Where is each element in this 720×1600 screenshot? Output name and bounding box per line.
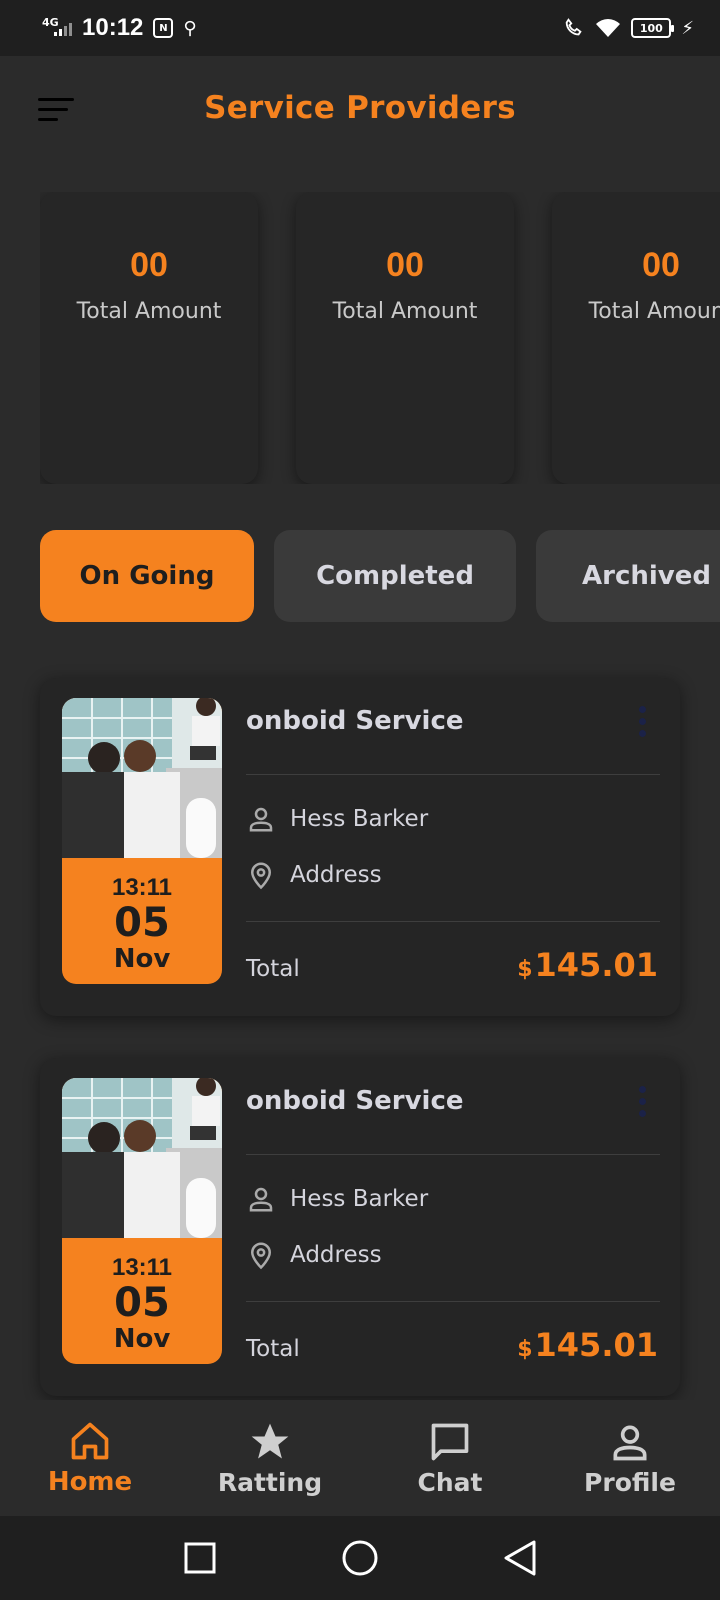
divider bbox=[246, 1301, 660, 1302]
nav-label: Ratting bbox=[217, 1467, 323, 1497]
tab-on-going[interactable]: On Going bbox=[40, 530, 254, 622]
service-photo bbox=[62, 698, 222, 858]
booking-card[interactable]: 13:11 05 Nov onboid Service Hess Barker … bbox=[40, 678, 680, 1016]
star-icon bbox=[251, 1423, 289, 1458]
address-text: Address bbox=[290, 862, 382, 888]
profile-icon bbox=[613, 1425, 647, 1460]
stat-card: 00 Total Amount bbox=[552, 192, 720, 484]
location-pin-icon bbox=[250, 862, 272, 890]
page-title: Service Providers bbox=[204, 90, 516, 126]
total-amount: $145.01 bbox=[517, 946, 658, 984]
cellular-signal-icon: 4G bbox=[40, 16, 72, 40]
wifi-call-icon bbox=[566, 18, 583, 36]
stats-carousel[interactable]: 00 Total Amount 00 Total Amount 00 Total… bbox=[40, 192, 720, 484]
service-thumbnail: 13:11 05 Nov bbox=[62, 1078, 222, 1364]
stat-card: 00 Total Amount bbox=[296, 192, 514, 484]
stat-value: 00 bbox=[130, 246, 168, 284]
divider bbox=[246, 774, 660, 775]
booking-time: 13:11 bbox=[111, 1254, 173, 1281]
total-label: Total bbox=[246, 1336, 300, 1362]
app-header: Service Providers bbox=[0, 56, 720, 172]
charging-icon: ⚡ bbox=[681, 17, 694, 39]
person-icon bbox=[249, 1187, 273, 1212]
nav-label: Chat bbox=[417, 1467, 483, 1497]
address-row: Address bbox=[246, 860, 382, 890]
stat-card: 00 Total Amount bbox=[40, 192, 258, 484]
tab-completed[interactable]: Completed bbox=[274, 530, 516, 622]
service-thumbnail: 13:11 05 Nov bbox=[62, 698, 222, 984]
address-row: Address bbox=[246, 1240, 382, 1270]
date-badge: 13:11 05 Nov bbox=[62, 1238, 222, 1364]
status-tabs: On Going Completed Archived bbox=[40, 530, 720, 622]
total-label: Total bbox=[246, 956, 300, 982]
service-title: onboid Service bbox=[246, 1086, 464, 1116]
clock: 10:12 bbox=[82, 14, 144, 41]
provider-row: Hess Barker bbox=[246, 1184, 428, 1214]
service-photo bbox=[62, 1078, 222, 1238]
amount-value: 145.01 bbox=[534, 1326, 658, 1364]
divider bbox=[246, 1154, 660, 1155]
provider-name: Hess Barker bbox=[290, 806, 429, 832]
nav-label: Home bbox=[47, 1467, 133, 1497]
divider bbox=[246, 921, 660, 922]
wifi-icon bbox=[596, 19, 621, 37]
currency-symbol: $ bbox=[517, 957, 533, 982]
more-options-icon[interactable] bbox=[636, 706, 648, 740]
stat-label: Total Amount bbox=[588, 299, 720, 324]
provider-row: Hess Barker bbox=[246, 804, 428, 834]
booking-month: Nov bbox=[113, 1324, 171, 1354]
nav-label: Profile bbox=[584, 1467, 676, 1497]
service-title: onboid Service bbox=[246, 706, 464, 736]
stat-value: 00 bbox=[642, 246, 680, 284]
battery-icon: 100 bbox=[631, 18, 675, 38]
recents-button[interactable] bbox=[178, 1536, 222, 1580]
location-pin-icon bbox=[250, 1242, 272, 1270]
battery-level: 100 bbox=[639, 21, 663, 35]
person-icon bbox=[249, 807, 273, 832]
back-triangle-icon bbox=[504, 1540, 536, 1576]
nav-chat[interactable]: Chat bbox=[360, 1400, 540, 1516]
chat-icon bbox=[431, 1423, 469, 1460]
address-text: Address bbox=[290, 1242, 382, 1268]
more-options-icon[interactable] bbox=[636, 1086, 648, 1120]
circle-icon bbox=[342, 1540, 378, 1576]
stat-label: Total Amount bbox=[332, 299, 478, 324]
amount-value: 145.01 bbox=[534, 946, 658, 984]
square-icon bbox=[184, 1542, 216, 1574]
usb-icon: ⚲ bbox=[183, 17, 197, 39]
total-amount: $145.01 bbox=[517, 1326, 658, 1364]
status-bar: 4G 10:12 N ⚲ 100 ⚡ bbox=[0, 0, 720, 56]
bottom-navigation: Home Ratting Chat Profile bbox=[0, 1400, 720, 1516]
tab-archived[interactable]: Archived bbox=[536, 530, 720, 622]
home-button[interactable] bbox=[338, 1536, 382, 1580]
booking-card[interactable]: 13:11 05 Nov onboid Service Hess Barker … bbox=[40, 1058, 680, 1396]
home-icon bbox=[71, 1422, 109, 1460]
date-badge: 13:11 05 Nov bbox=[62, 858, 222, 984]
stat-value: 00 bbox=[386, 246, 424, 284]
booking-day: 05 bbox=[114, 900, 170, 946]
booking-day: 05 bbox=[114, 1280, 170, 1326]
booking-time: 13:11 bbox=[111, 874, 173, 901]
system-navigation-bar bbox=[0, 1516, 720, 1600]
currency-symbol: $ bbox=[517, 1337, 533, 1362]
nav-profile[interactable]: Profile bbox=[540, 1400, 720, 1516]
nav-ratting[interactable]: Ratting bbox=[180, 1400, 360, 1516]
notification-icon: N bbox=[153, 18, 174, 38]
provider-name: Hess Barker bbox=[290, 1186, 429, 1212]
back-button[interactable] bbox=[498, 1536, 542, 1580]
stat-label: Total Amount bbox=[76, 299, 222, 324]
nav-home[interactable]: Home bbox=[0, 1400, 180, 1516]
booking-month: Nov bbox=[113, 944, 171, 974]
